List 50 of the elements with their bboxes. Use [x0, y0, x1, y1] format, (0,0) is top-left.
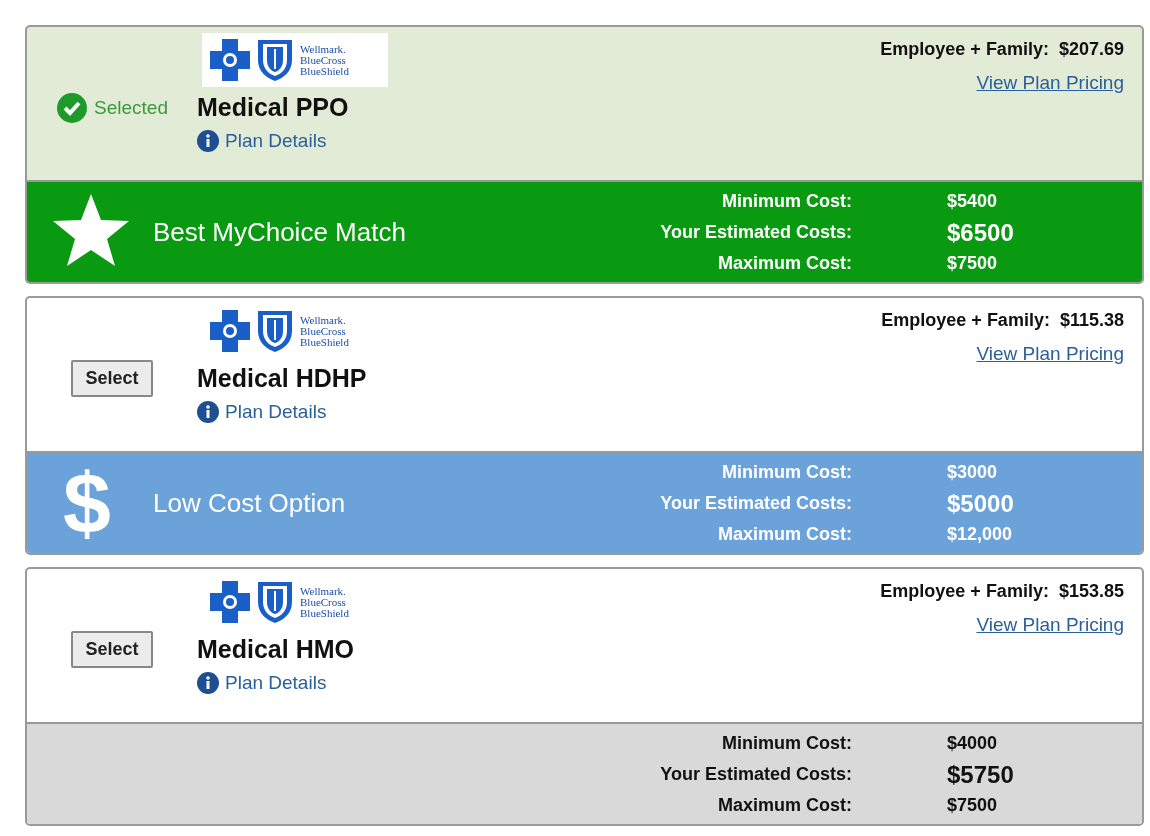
view-pricing-link[interactable]: View Plan Pricing	[976, 614, 1124, 636]
logo-text: BlueCross	[300, 54, 347, 66]
select-button[interactable]: Select	[71, 631, 153, 668]
logo-text: BlueShield	[300, 607, 349, 619]
cost-label: Minimum Cost:	[721, 460, 852, 484]
cost-value: $7500	[947, 793, 999, 817]
view-pricing-link[interactable]: View Plan Pricing	[976, 343, 1124, 365]
logo-text: BlueCross	[300, 596, 347, 608]
cost-value: $6500	[947, 217, 1015, 248]
plan-details-link[interactable]: Plan Details	[197, 672, 327, 694]
cost-value: $12,000	[947, 522, 1014, 546]
cost-value: $5750	[947, 759, 1015, 790]
logo-text: BlueCross	[300, 325, 347, 337]
select-button[interactable]: Select	[71, 360, 153, 397]
plan-details-link[interactable]: Plan Details	[197, 401, 327, 423]
info-icon	[197, 401, 219, 423]
banner-label: Low Cost Option	[152, 487, 346, 518]
check-icon	[56, 91, 88, 124]
logo-text: Wellmark.	[300, 314, 347, 326]
star-icon	[51, 192, 131, 268]
plan-details-link[interactable]: Plan Details	[197, 130, 327, 152]
plan-name: Medical HDHP	[197, 364, 368, 393]
info-icon	[197, 672, 219, 694]
cost-value: $5400	[947, 189, 999, 213]
cost-label: Minimum Cost:	[721, 189, 852, 213]
cost-label: Maximum Cost:	[717, 251, 852, 275]
status-label: Selected	[94, 96, 168, 119]
banner-label: Best MyChoice Match	[152, 216, 406, 247]
premium-text: Employee + Family: $153.85	[880, 581, 1124, 602]
plan-name: Medical HMO	[197, 635, 355, 664]
view-pricing-link[interactable]: View Plan Pricing	[976, 72, 1124, 94]
cost-value: $4000	[947, 731, 999, 755]
logo-text: BlueShield	[300, 65, 349, 77]
cost-label: Your Estimated Costs:	[660, 762, 852, 786]
cost-value: $3000	[947, 460, 999, 484]
dollar-icon: $	[63, 463, 111, 543]
info-icon	[197, 130, 219, 152]
plan-name: Medical PPO	[197, 93, 350, 122]
premium-text: Employee + Family: $115.38	[881, 310, 1124, 331]
cost-label: Your Estimated Costs:	[660, 220, 852, 244]
logo-text: Wellmark.	[300, 43, 347, 55]
cost-label: Minimum Cost:	[721, 731, 852, 755]
premium-text: Employee + Family: $207.69	[880, 39, 1124, 60]
logo-text: Wellmark.	[300, 585, 347, 597]
cost-label: Your Estimated Costs:	[660, 491, 852, 515]
cost-label: Maximum Cost:	[717, 522, 852, 546]
cost-value: $5000	[947, 488, 1015, 519]
logo-text: BlueShield	[300, 336, 349, 348]
cost-value: $7500	[947, 251, 999, 275]
cost-label: Maximum Cost:	[717, 793, 852, 817]
